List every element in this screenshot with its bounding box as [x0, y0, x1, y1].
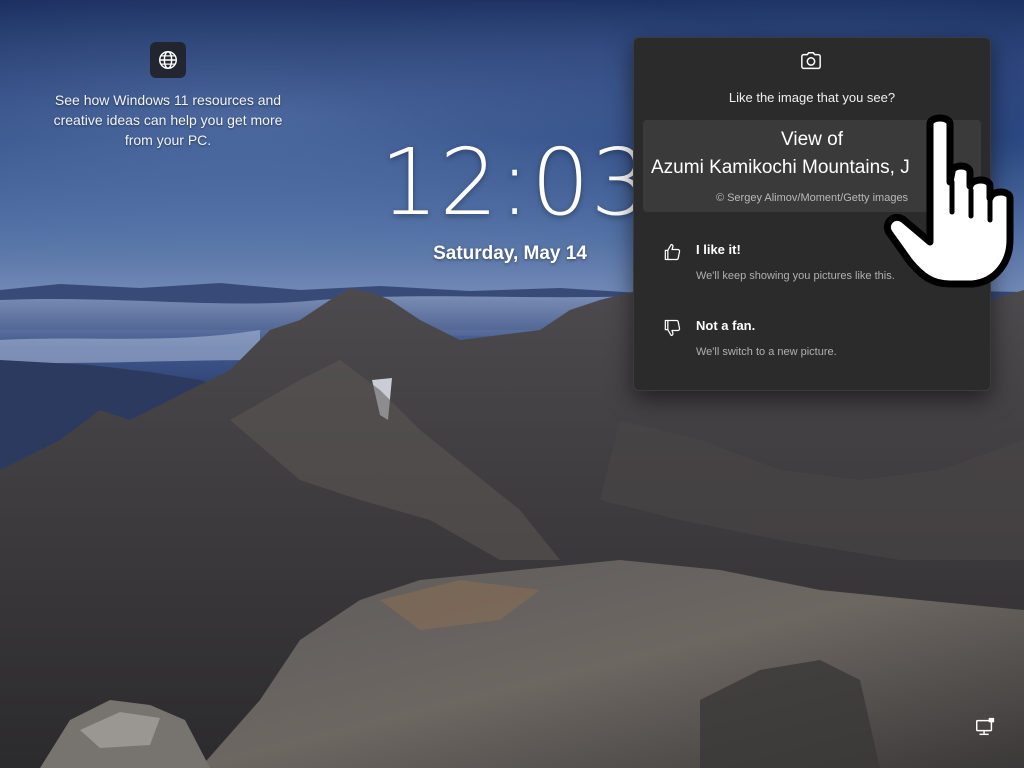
spotlight-feedback-flyout: Like the image that you see? View of Azu… — [633, 37, 991, 391]
like-it-title: I like it! — [696, 242, 741, 257]
clock-time: 12:03 — [380, 129, 651, 236]
learn-more-button[interactable] — [150, 42, 186, 78]
not-a-fan-option[interactable]: Not a fan. We'll switch to a new picture… — [642, 310, 982, 368]
flyout-question: Like the image that you see? — [728, 90, 896, 105]
lock-screen: See how Windows 11 resources and creativ… — [0, 0, 1024, 768]
spotlight-info: See how Windows 11 resources and creativ… — [40, 42, 296, 150]
spotlight-description: See how Windows 11 resources and creativ… — [53, 92, 283, 148]
clock-date: Saturday, May 14 — [433, 243, 587, 264]
image-credit: © Sergey Alimov/Moment/Getty images — [715, 192, 909, 204]
globe-icon — [159, 51, 177, 69]
thumbs-up-icon — [664, 243, 681, 261]
image-title: View of Azumi Kamikochi Mountains, J — [643, 126, 981, 182]
not-a-fan-title: Not a fan. — [696, 318, 756, 333]
image-title-line2: Azumi Kamikochi Mountains, J — [651, 157, 910, 178]
image-info-card[interactable]: View of Azumi Kamikochi Mountains, J © S… — [643, 120, 981, 212]
like-it-description: We'll keep showing you pictures like thi… — [696, 270, 895, 282]
like-it-option[interactable]: I like it! We'll keep showing you pictur… — [642, 234, 982, 292]
camera-icon — [801, 52, 821, 70]
not-a-fan-description: We'll switch to a new picture. — [696, 346, 837, 358]
thumbs-down-icon — [664, 319, 681, 337]
image-title-line1: View of — [781, 129, 843, 150]
network-icon[interactable] — [974, 716, 996, 738]
